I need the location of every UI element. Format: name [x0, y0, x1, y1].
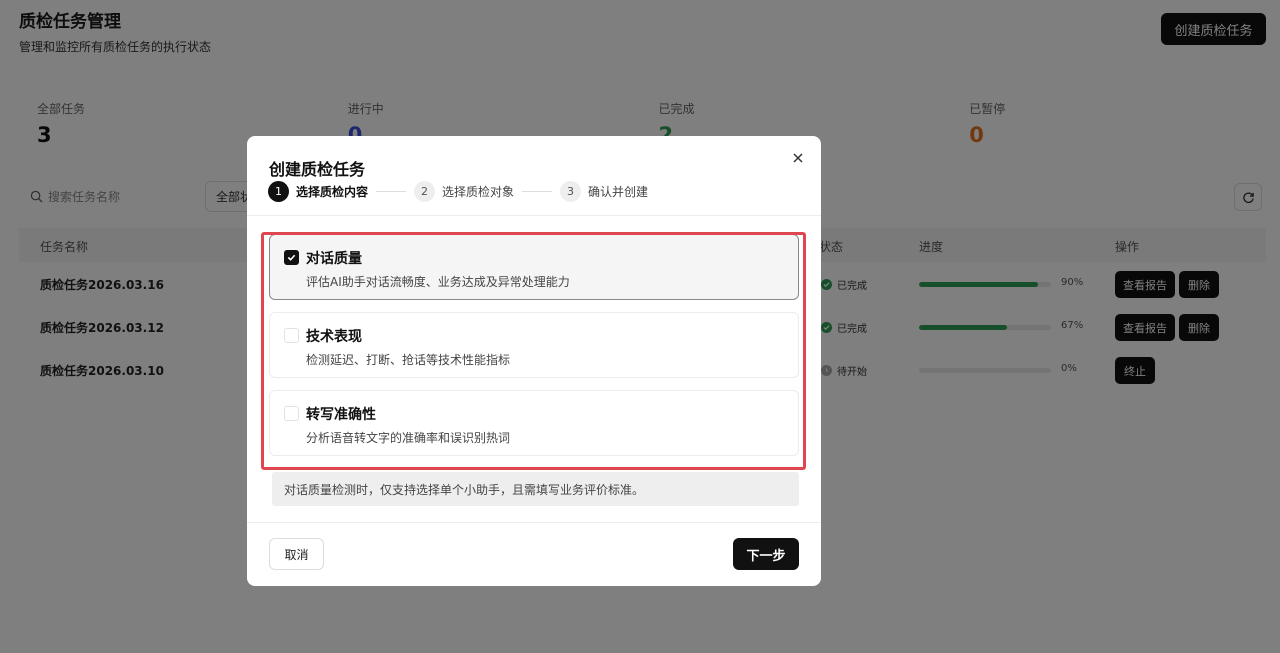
- step-1: 1 选择质检内容: [268, 180, 369, 202]
- footer-divider: [247, 522, 821, 523]
- step-3: 3 确认并创建: [560, 180, 649, 202]
- step-number: 1: [268, 180, 289, 202]
- modal-title: 创建质检任务: [269, 160, 366, 179]
- step-label: 确认并创建: [588, 184, 649, 199]
- step-2: 2 选择质检对象: [414, 180, 515, 202]
- step-number: 2: [414, 180, 436, 202]
- create-task-modal: 创建质检任务 1 选择质检内容 2 选择质检对象 3 确认并创建 对话质量 评估…: [247, 136, 821, 586]
- step-connector: [376, 190, 407, 192]
- selection-highlight-box: [261, 232, 806, 470]
- next-step-button[interactable]: 下一步: [733, 538, 799, 570]
- cancel-button[interactable]: 取消: [269, 538, 324, 570]
- stepper: 1 选择质检内容 2 选择质检对象 3 确认并创建: [268, 180, 648, 202]
- step-number: 3: [560, 180, 582, 202]
- close-button[interactable]: [790, 150, 806, 166]
- step-label: 选择质检对象: [442, 184, 515, 199]
- step-connector: [522, 190, 553, 192]
- close-icon: [793, 153, 803, 163]
- header-divider: [247, 215, 821, 216]
- step-label: 选择质检内容: [296, 184, 369, 199]
- notice-text: 对话质量检测时，仅支持选择单个小助手，且需填写业务评价标准。: [272, 472, 799, 506]
